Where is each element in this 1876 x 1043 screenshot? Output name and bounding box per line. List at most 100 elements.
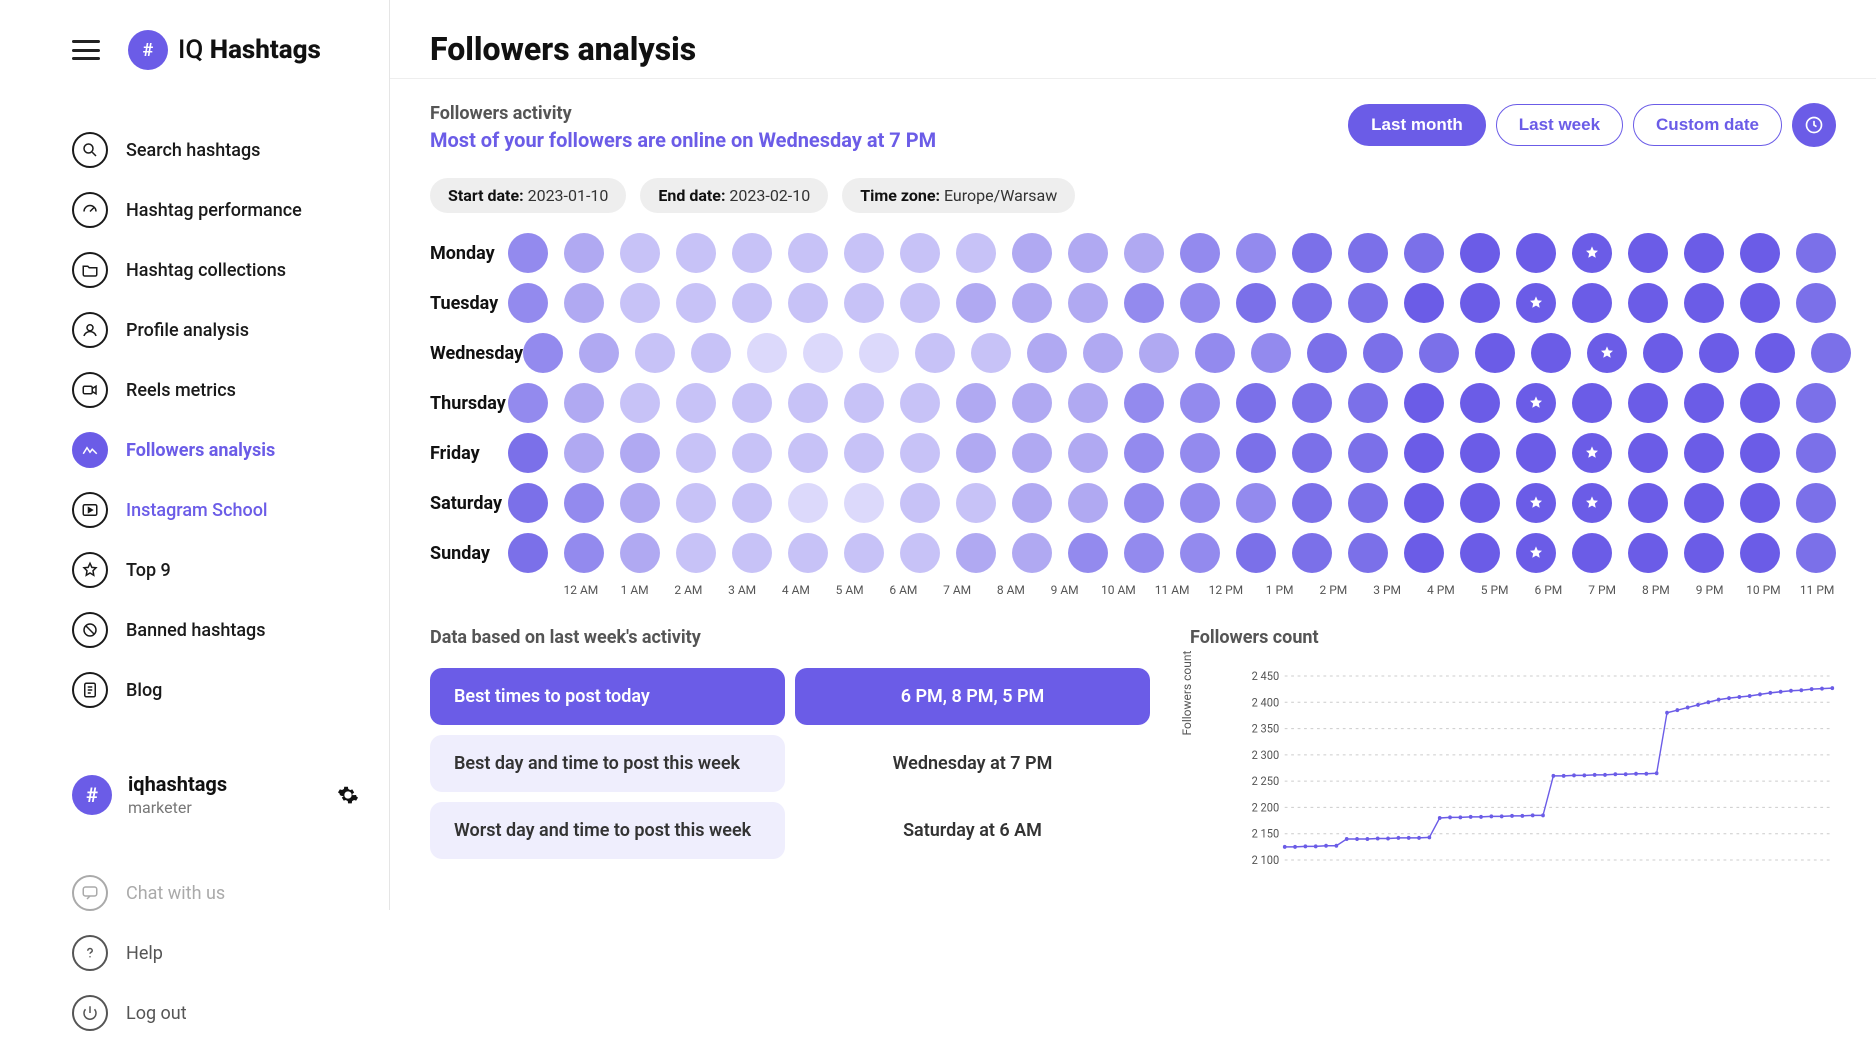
heatmap-cell[interactable]	[1684, 533, 1724, 573]
heatmap-cell[interactable]	[1348, 383, 1388, 423]
heatmap-cell[interactable]	[1348, 433, 1388, 473]
heatmap-cell[interactable]	[732, 383, 772, 423]
heatmap-cell[interactable]	[579, 333, 619, 373]
heatmap-cell[interactable]	[564, 533, 604, 573]
heatmap-cell[interactable]	[844, 433, 884, 473]
heatmap-cell[interactable]	[1516, 533, 1556, 573]
heatmap-cell[interactable]	[1796, 383, 1836, 423]
heatmap-cell[interactable]	[1796, 433, 1836, 473]
heatmap-cell[interactable]	[1643, 333, 1683, 373]
sidebar-item-search-hashtags[interactable]: Search hashtags	[72, 120, 359, 180]
heatmap-cell[interactable]	[1460, 533, 1500, 573]
heatmap-cell[interactable]	[1796, 483, 1836, 523]
heatmap-cell[interactable]	[915, 333, 955, 373]
heatmap-cell[interactable]	[844, 383, 884, 423]
heatmap-cell[interactable]	[508, 283, 548, 323]
heatmap-cell[interactable]	[1628, 283, 1668, 323]
heatmap-cell[interactable]	[1236, 233, 1276, 273]
heatmap-cell[interactable]	[1628, 233, 1668, 273]
heatmap-cell[interactable]	[900, 383, 940, 423]
heatmap-cell[interactable]	[1068, 283, 1108, 323]
heatmap-cell[interactable]	[508, 483, 548, 523]
heatmap-cell[interactable]	[564, 233, 604, 273]
heatmap-cell[interactable]	[1068, 533, 1108, 573]
brand-logo[interactable]: # IQ Hashtags	[128, 30, 321, 70]
heatmap-cell[interactable]	[1236, 283, 1276, 323]
heatmap-cell[interactable]	[1572, 383, 1612, 423]
heatmap-cell[interactable]	[1460, 383, 1500, 423]
heatmap-cell[interactable]	[1404, 383, 1444, 423]
heatmap-cell[interactable]	[900, 483, 940, 523]
heatmap-cell[interactable]	[956, 533, 996, 573]
heatmap-cell[interactable]	[1796, 233, 1836, 273]
heatmap-cell[interactable]	[1628, 433, 1668, 473]
heatmap-cell[interactable]	[1460, 433, 1500, 473]
heatmap-cell[interactable]	[620, 233, 660, 273]
heatmap-cell[interactable]	[620, 533, 660, 573]
menu-toggle[interactable]	[72, 40, 100, 60]
heatmap-cell[interactable]	[1460, 283, 1500, 323]
heatmap-cell[interactable]	[523, 333, 563, 373]
heatmap-cell[interactable]	[1180, 433, 1220, 473]
heatmap-cell[interactable]	[1236, 383, 1276, 423]
heatmap-cell[interactable]	[1012, 283, 1052, 323]
heatmap-cell[interactable]	[732, 233, 772, 273]
heatmap-cell[interactable]	[1292, 383, 1332, 423]
heatmap-cell[interactable]	[900, 283, 940, 323]
heatmap-cell[interactable]	[1628, 383, 1668, 423]
heatmap-cell[interactable]	[956, 433, 996, 473]
heatmap-cell[interactable]	[1068, 233, 1108, 273]
sidebar-item-banned-hashtags[interactable]: Banned hashtags	[72, 600, 359, 660]
heatmap-cell[interactable]	[1180, 233, 1220, 273]
heatmap-cell[interactable]	[1124, 283, 1164, 323]
heatmap-cell[interactable]	[1307, 333, 1347, 373]
heatmap-cell[interactable]	[1740, 233, 1780, 273]
heatmap-cell[interactable]	[1684, 433, 1724, 473]
user-row[interactable]: # iqhashtags marketer	[0, 758, 389, 831]
sidebar-item-hashtag-collections[interactable]: Hashtag collections	[72, 240, 359, 300]
heatmap-cell[interactable]	[1180, 533, 1220, 573]
heatmap-cell[interactable]	[732, 533, 772, 573]
heatmap-cell[interactable]	[508, 533, 548, 573]
heatmap-cell[interactable]	[635, 333, 675, 373]
heatmap-cell[interactable]	[1740, 433, 1780, 473]
heatmap-cell[interactable]	[788, 433, 828, 473]
heatmap-cell[interactable]	[788, 533, 828, 573]
heatmap-cell[interactable]	[1475, 333, 1515, 373]
heatmap-cell[interactable]	[676, 533, 716, 573]
heatmap-cell[interactable]	[1180, 483, 1220, 523]
heatmap-cell[interactable]	[1195, 333, 1235, 373]
sidebar-item-top-9[interactable]: Top 9	[72, 540, 359, 600]
heatmap-cell[interactable]	[1516, 383, 1556, 423]
heatmap-cell[interactable]	[859, 333, 899, 373]
heatmap-cell[interactable]	[1628, 533, 1668, 573]
heatmap-cell[interactable]	[1404, 433, 1444, 473]
heatmap-cell[interactable]	[732, 433, 772, 473]
heatmap-cell[interactable]	[1012, 383, 1052, 423]
heatmap-cell[interactable]	[1811, 333, 1851, 373]
heatmap-cell[interactable]	[1236, 533, 1276, 573]
heatmap-cell[interactable]	[747, 333, 787, 373]
heatmap-cell[interactable]	[788, 283, 828, 323]
heatmap-cell[interactable]	[1068, 433, 1108, 473]
sidebar-item-hashtag-performance[interactable]: Hashtag performance	[72, 180, 359, 240]
heatmap-cell[interactable]	[1012, 483, 1052, 523]
heatmap-cell[interactable]	[844, 233, 884, 273]
heatmap-cell[interactable]	[620, 383, 660, 423]
heatmap-cell[interactable]	[1740, 283, 1780, 323]
heatmap-cell[interactable]	[1796, 283, 1836, 323]
heatmap-cell[interactable]	[956, 383, 996, 423]
heatmap-cell[interactable]	[1124, 233, 1164, 273]
heatmap-cell[interactable]	[676, 233, 716, 273]
heatmap-cell[interactable]	[508, 433, 548, 473]
heatmap-cell[interactable]	[1124, 383, 1164, 423]
heatmap-cell[interactable]	[1419, 333, 1459, 373]
heatmap-cell[interactable]	[564, 283, 604, 323]
heatmap-cell[interactable]	[1012, 233, 1052, 273]
heatmap-cell[interactable]	[1628, 483, 1668, 523]
heatmap-cell[interactable]	[844, 483, 884, 523]
heatmap-cell[interactable]	[900, 233, 940, 273]
heatmap-cell[interactable]	[1012, 533, 1052, 573]
logout-link[interactable]: Log out	[72, 983, 359, 1043]
heatmap-cell[interactable]	[788, 483, 828, 523]
